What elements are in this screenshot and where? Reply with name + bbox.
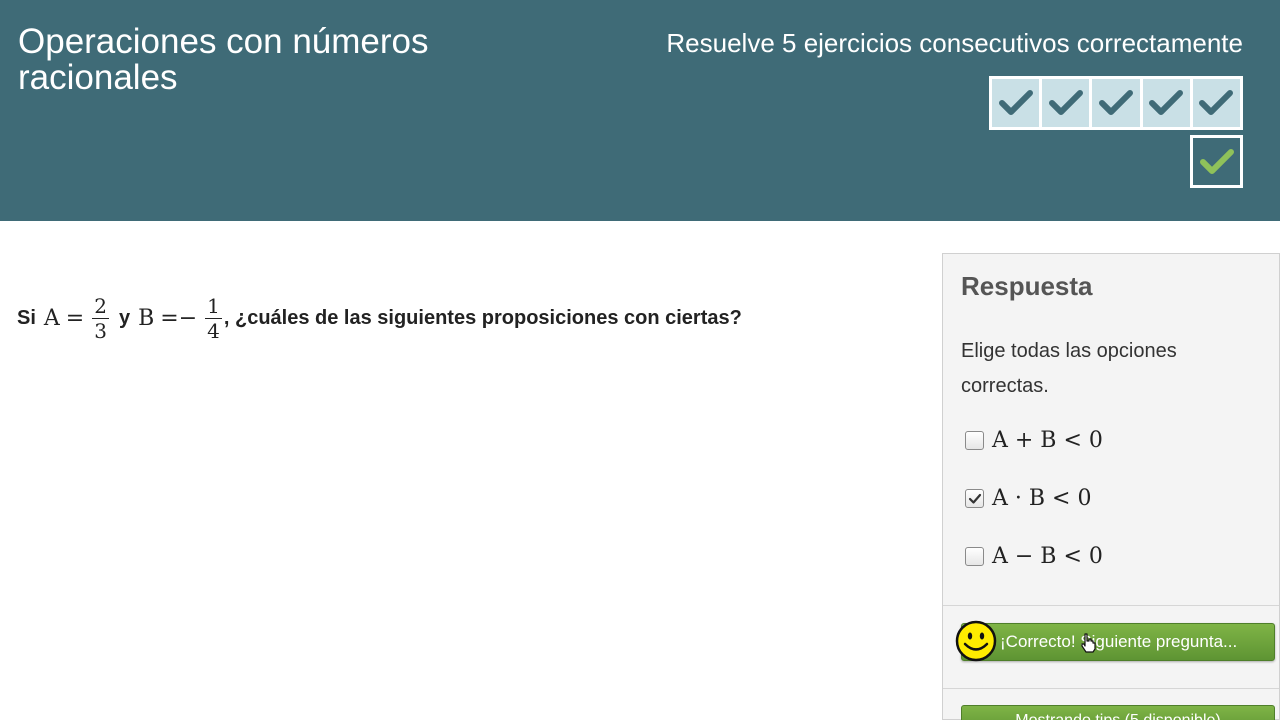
fraction-b: 1 4: [205, 294, 222, 343]
question-suffix: , ¿cuáles de las siguientes proposicione…: [223, 306, 742, 329]
check-icon: [1149, 90, 1184, 115]
streak-box-2: [1042, 79, 1090, 127]
equals-minus-sign: =−: [160, 305, 198, 331]
option-difference-checkbox[interactable]: [965, 547, 984, 566]
streak-box-1: [992, 79, 1040, 127]
streak-tracker: [989, 76, 1243, 130]
check-icon: [1048, 90, 1083, 115]
variable-b: B: [138, 305, 155, 331]
exercise-header: Operaciones con números racionales Resue…: [0, 0, 1280, 221]
check-icon: [1199, 90, 1234, 115]
streak-box-4: [1142, 79, 1190, 127]
option-product[interactable]: A · B < 0: [965, 486, 1091, 511]
fraction-b-denominator: 4: [205, 317, 222, 343]
option-sum[interactable]: A + B < 0: [965, 428, 1103, 453]
check-icon: [1099, 90, 1133, 115]
smiley-icon: [955, 620, 997, 662]
checkmark-icon: [968, 493, 981, 504]
option-product-label: A · B < 0: [992, 486, 1092, 511]
panel-divider-2: [943, 688, 1279, 689]
fraction-a-numerator: 2: [94, 293, 107, 318]
option-sum-checkbox[interactable]: [965, 431, 984, 450]
exercise-title: Operaciones con números racionales: [18, 22, 429, 97]
question-connector: y: [118, 306, 131, 329]
equals-sign: =: [65, 305, 85, 331]
fraction-a: 2 3: [92, 294, 109, 343]
streak-instruction: Resuelve 5 ejercicios consecutivos corre…: [666, 28, 1243, 58]
streak-box-5: [1192, 79, 1241, 127]
current-result-box: [1190, 135, 1243, 188]
fraction-b-numerator: 1: [207, 293, 220, 318]
check-icon: [998, 90, 1033, 115]
panel-divider: [943, 605, 1279, 606]
option-product-checkbox[interactable]: [965, 489, 984, 508]
question-text: Si A = 2 3 y B =− 1 4 , ¿cuáles de las s…: [17, 288, 742, 348]
hints-button[interactable]: Mostrando tips (5 disponible): [961, 705, 1275, 720]
hand-cursor-icon: [1081, 633, 1096, 653]
question-prefix: Si: [17, 306, 36, 329]
answer-instructions: Elige todas las opciones correctas.: [961, 340, 1177, 397]
fraction-a-denominator: 3: [92, 317, 109, 343]
option-difference[interactable]: A − B < 0: [965, 544, 1103, 569]
option-difference-label: A − B < 0: [992, 544, 1103, 569]
answer-panel-title: Respuesta: [961, 271, 1093, 301]
check-icon: [1199, 148, 1234, 174]
streak-box-3: [1092, 79, 1140, 127]
option-sum-label: A + B < 0: [992, 428, 1103, 453]
variable-a: A: [43, 305, 60, 331]
next-question-button[interactable]: ¡Correcto! Siguiente pregunta...: [961, 623, 1275, 661]
